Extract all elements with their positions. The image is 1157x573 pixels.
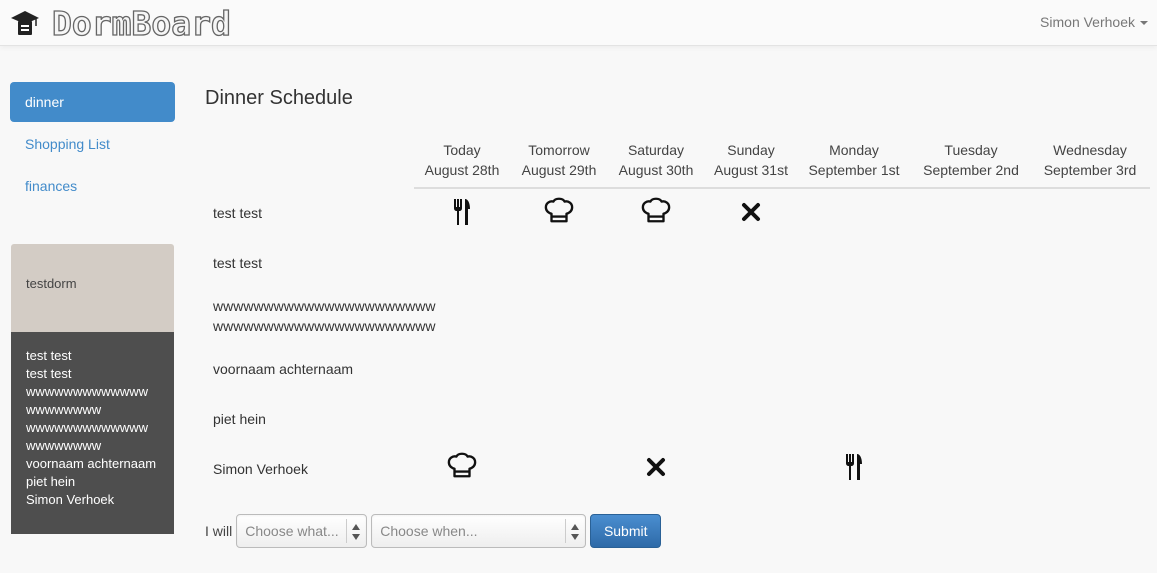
absent-icon[interactable] [736,197,766,227]
signup-form: I will Choose what... Choose when... Sub… [205,514,662,548]
day-name: Today [443,142,481,158]
select-divider [565,519,567,543]
user-name: Simon Verhoek [1040,14,1135,30]
day-name: Sunday [727,142,775,158]
when-select-value: Choose when... [380,523,478,539]
day-header: Saturday August 30th [616,140,696,180]
dorm-member: Simon Verhoek [26,492,115,507]
day-header: Today August 28th [422,140,502,180]
select-arrows-icon [571,524,580,540]
day-date: August 29th [521,162,597,178]
day-date: August 28th [424,162,500,178]
sidebar-nav: dinner Shopping List finances [10,82,175,208]
dorm-member: wwwwwwww [26,402,102,417]
sidebar-item-dinner[interactable]: dinner [10,82,175,122]
chef-icon[interactable] [544,195,574,225]
day-name: Tuesday [944,142,998,158]
page-title: Dinner Schedule [205,87,353,109]
day-name: Tomorrow [528,142,590,158]
dorm-member: wwwwwwww [26,438,102,453]
day-date: August 30th [618,162,694,178]
day-header: Tuesday September 2nd [916,140,1026,180]
dorm-name: testdorm [11,244,174,332]
brand-name: DormBoard [51,3,231,43]
dorm-member: voornaam achternaam [26,456,157,471]
top-navbar: DormBoard Simon Verhoek [0,0,1157,46]
chef-icon[interactable] [447,450,477,480]
day-name: Saturday [627,142,685,158]
row-name: test test [213,255,263,271]
day-header: Monday September 1st [799,140,909,180]
day-name: Monday [829,142,879,158]
row-name: test test [213,205,263,221]
row-name: wwwwwwwwwwwwwwwwwwwwww wwwwwwwwwwwwwwwww… [213,296,435,336]
header-divider [414,187,1150,189]
submit-button[interactable]: Submit [590,514,662,548]
day-header: Wednesday September 3rd [1035,140,1145,180]
row-name: piet hein [213,411,266,427]
row-name-line: wwwwwwwwwwwwwwwwwwwwww [213,298,436,314]
day-header: Sunday August 31st [711,140,791,180]
when-select[interactable]: Choose when... [371,514,587,548]
dorm-member: wwwwwwwwwwwww [26,384,149,399]
absent-icon[interactable] [641,452,671,482]
dorm-member: test test [26,366,72,381]
day-date: September 3rd [1043,162,1137,178]
user-menu-dropdown[interactable]: Simon Verhoek [1040,14,1148,30]
row-name: Simon Verhoek [213,461,308,477]
dorm-member: wwwwwwwwwwwww [26,420,149,435]
graduation-cap-icon [11,11,39,35]
day-date: September 2nd [923,162,1019,178]
brand[interactable]: DormBoard [10,3,231,43]
chef-icon[interactable] [641,195,671,225]
dorm-member: piet hein [26,474,76,489]
dorm-member: test test [26,348,72,363]
form-label: I will [205,523,233,539]
select-divider [346,519,348,543]
day-date: September 1st [808,162,900,178]
eat-icon[interactable] [839,452,869,482]
day-name: Wednesday [1053,142,1127,158]
what-select[interactable]: Choose what... [236,514,368,548]
row-name-line: wwwwwwwwwwwwwwwwwwwwww [213,318,436,334]
day-header: Tomorrow August 29th [519,140,599,180]
select-arrows-icon [352,524,361,540]
caret-down-icon [1140,21,1148,25]
dorm-panel: testdorm test test test test wwwwwwwwwww… [11,244,174,534]
row-name: voornaam achternaam [213,361,354,377]
dorm-members-list: test test test test wwwwwwwwwwwww wwwwww… [11,332,174,534]
sidebar-item-finances[interactable]: finances [10,166,175,206]
sidebar-item-shopping-list[interactable]: Shopping List [10,124,175,164]
what-select-value: Choose what... [245,523,339,539]
eat-icon[interactable] [447,197,477,227]
day-date: August 31st [714,162,788,178]
